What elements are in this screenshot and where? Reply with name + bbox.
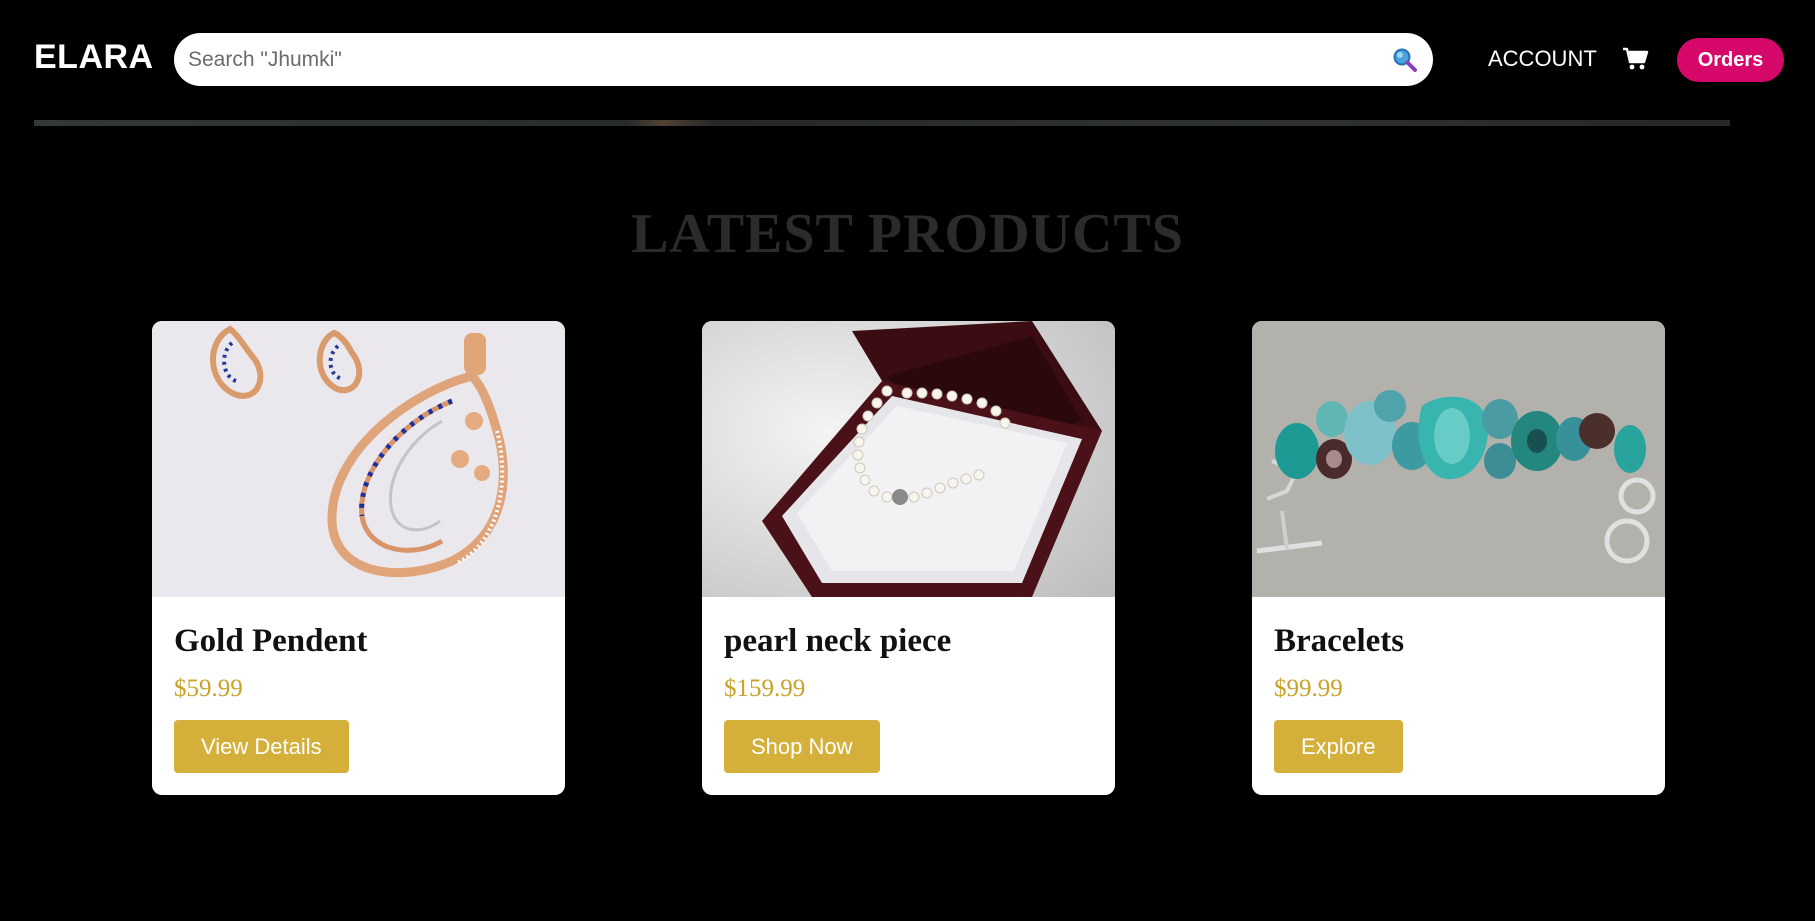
search-input[interactable] — [188, 33, 1348, 86]
product-title: pearl neck piece — [724, 623, 952, 659]
top-navbar: ELARA ACCOUNT Orders — [0, 0, 1815, 118]
search-bar — [174, 33, 1433, 86]
product-title: Bracelets — [1274, 623, 1405, 659]
shop-now-button[interactable]: Shop Now — [724, 720, 880, 773]
product-card: Gold Pendent $59.99 View Details — [152, 321, 565, 795]
product-price: $99.99 — [1274, 675, 1343, 702]
product-price: $159.99 — [724, 675, 806, 702]
account-link[interactable]: ACCOUNT — [1488, 46, 1597, 72]
product-card: Bracelets $99.99 Explore — [1252, 321, 1665, 795]
hero-banner-edge — [34, 120, 1730, 126]
pearl-necklace-image[interactable] — [702, 321, 1115, 597]
brand-logo[interactable]: ELARA — [34, 38, 154, 77]
section-title: LATEST PRODUCTS — [631, 203, 1184, 265]
product-price: $59.99 — [174, 675, 243, 702]
view-details-button[interactable]: View Details — [174, 720, 349, 773]
orders-button[interactable]: Orders — [1677, 38, 1784, 82]
explore-button[interactable]: Explore — [1274, 720, 1403, 773]
gemstone-bracelet-image[interactable] — [1252, 321, 1665, 597]
product-title: Gold Pendent — [174, 623, 368, 659]
gold-pendant-image[interactable] — [152, 321, 565, 597]
product-card: pearl neck piece $159.99 Shop Now — [702, 321, 1115, 795]
search-icon[interactable] — [1392, 47, 1418, 73]
cart-icon[interactable] — [1622, 46, 1650, 72]
